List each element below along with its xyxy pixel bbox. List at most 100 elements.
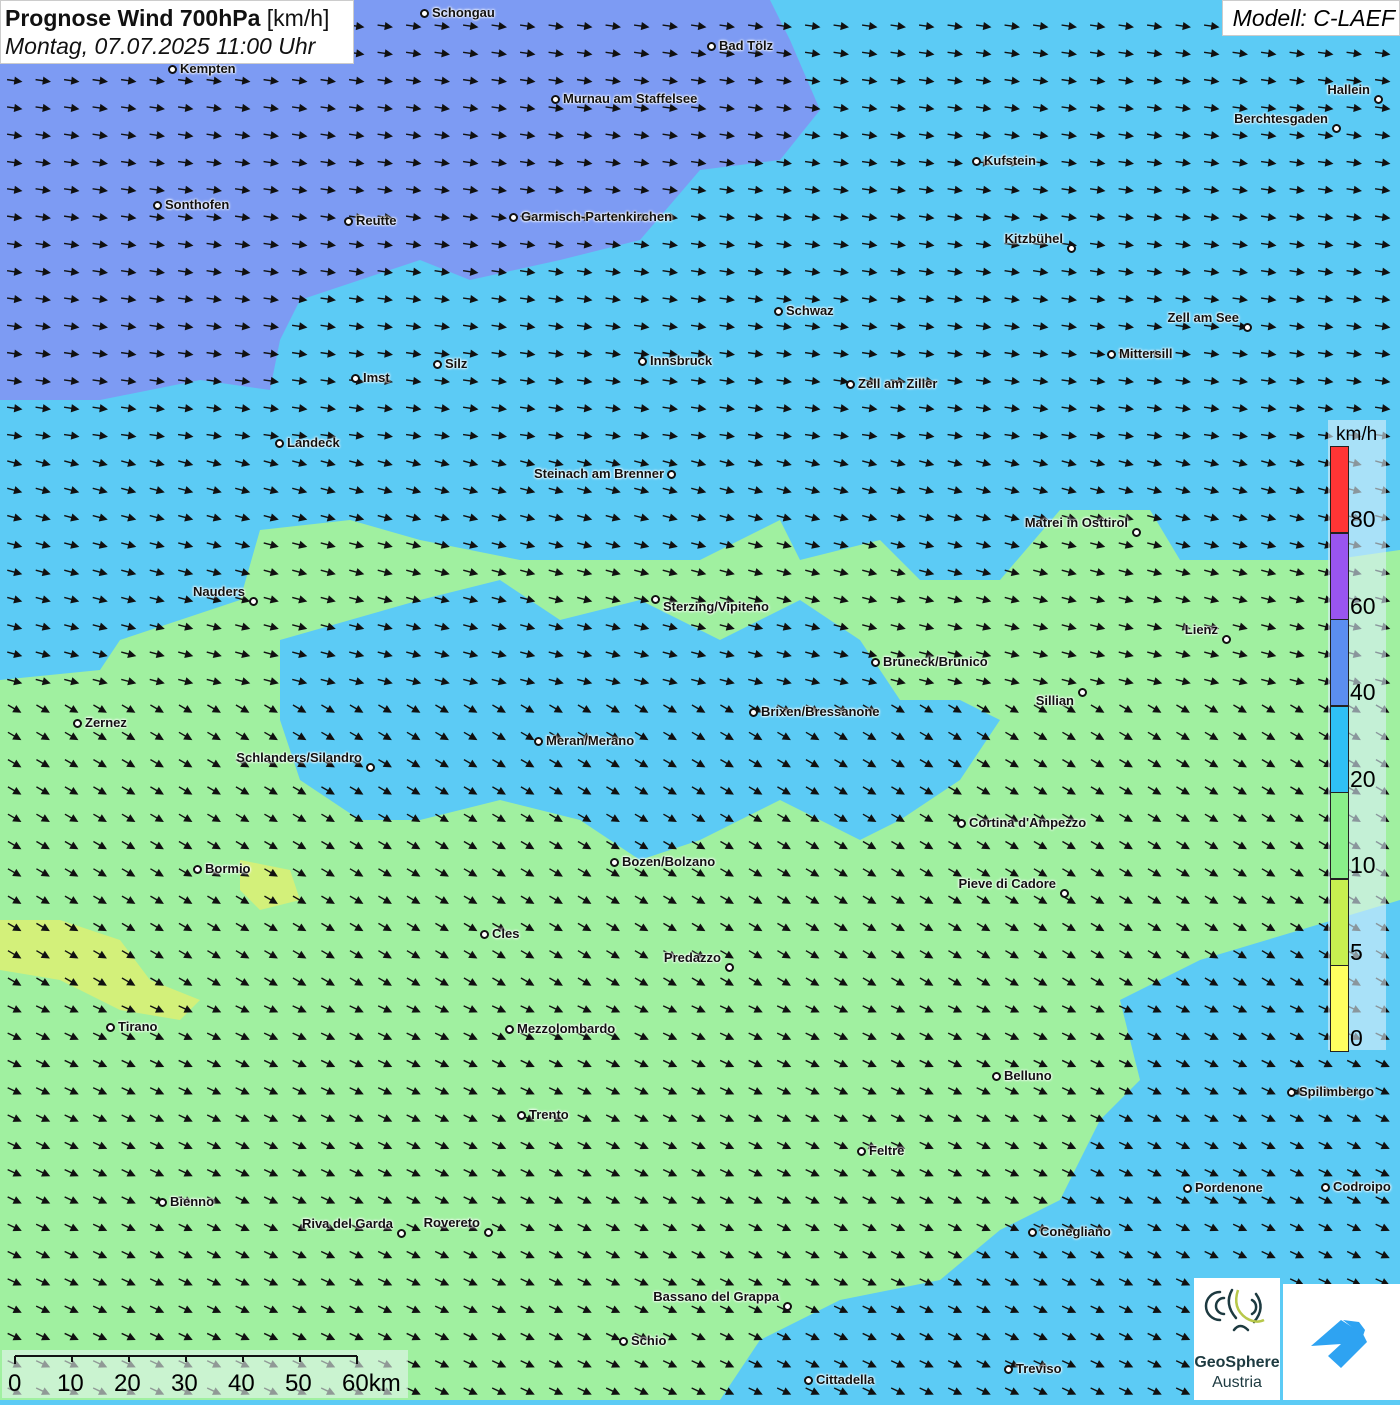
- city-label: Schlanders/Silandro: [236, 750, 362, 765]
- legend-swatch: [1330, 705, 1349, 793]
- city-marker: [773, 306, 783, 316]
- city-label: Garmisch-Partenkirchen: [521, 209, 673, 224]
- city-label: Imst: [363, 370, 390, 385]
- city-marker: [365, 762, 375, 772]
- city-label: Zell am See: [1167, 310, 1239, 325]
- city-label: Sillian: [1035, 693, 1074, 708]
- city-marker: [1242, 322, 1252, 332]
- title-box: Prognose Wind 700hPa [km/h] Montag, 07.0…: [0, 0, 354, 64]
- city-label: Schwaz: [786, 303, 834, 318]
- city-marker: [483, 1227, 493, 1237]
- scale-label: 20: [114, 1370, 141, 1397]
- city-marker: [396, 1228, 406, 1238]
- city-label: Kitzbühel: [1004, 231, 1064, 246]
- city-marker: [637, 356, 647, 366]
- partner-logo: [1283, 1284, 1400, 1400]
- city-label: Cittadella: [816, 1372, 875, 1387]
- title: Prognose Wind 700hPa: [5, 5, 261, 31]
- city-marker: [1286, 1087, 1296, 1097]
- city-label: Codroipo: [1333, 1179, 1391, 1194]
- legend-swatch: [1330, 619, 1349, 706]
- city-marker: [1003, 1364, 1013, 1374]
- city-label: Pieve di Cadore: [958, 876, 1056, 891]
- legend-label: 80: [1350, 506, 1376, 532]
- city-marker: [508, 212, 518, 222]
- city-marker: [1182, 1183, 1192, 1193]
- city-marker: [1373, 94, 1383, 104]
- legend-label: 60: [1350, 592, 1376, 619]
- legend-swatch: [1330, 965, 1349, 1052]
- legend-swatch: [1330, 792, 1349, 879]
- city-label: Riva del Garda: [301, 1216, 393, 1231]
- city-label: Brixen/Bressanone: [761, 704, 880, 719]
- city-marker: [157, 1197, 167, 1207]
- city-marker: [971, 156, 981, 166]
- city-marker: [724, 962, 734, 972]
- city-label: Tirano: [118, 1019, 158, 1034]
- city-marker: [609, 857, 619, 867]
- city-marker: [1331, 123, 1341, 133]
- city-label: Spilimbergo: [1299, 1084, 1375, 1099]
- city-label: Mezzolombardo: [517, 1021, 616, 1036]
- city-label: Berchtesgaden: [1234, 111, 1328, 126]
- city-marker: [152, 200, 162, 210]
- city-label: Murnau am Staffelsee: [563, 91, 698, 106]
- city-marker: [72, 718, 82, 728]
- legend-swatch: [1330, 446, 1349, 533]
- city-label: Bozen/Bolzano: [622, 854, 716, 869]
- city-marker: [991, 1071, 1001, 1081]
- city-label: Schongau: [432, 5, 495, 20]
- legend-label: 40: [1350, 679, 1376, 705]
- city-label: Bienno: [170, 1194, 215, 1209]
- city-marker: [192, 864, 202, 874]
- city-marker: [504, 1024, 514, 1034]
- legend-unit: km/h: [1336, 424, 1378, 445]
- city-label: Sonthofen: [165, 197, 230, 212]
- city-marker: [666, 469, 676, 479]
- scale-ruler: [14, 1355, 358, 1364]
- city-label: Trento: [529, 1107, 569, 1122]
- city-marker: [1077, 687, 1087, 697]
- city-marker: [533, 736, 543, 746]
- legend-swatch: [1330, 532, 1349, 620]
- legend-swatch: [1330, 878, 1349, 966]
- city-marker: [870, 657, 880, 667]
- city-marker: [650, 594, 660, 604]
- model-label: Modell: C-LAEF: [1222, 0, 1400, 36]
- city-marker: [432, 359, 442, 369]
- city-marker: [1131, 527, 1141, 537]
- city-label: Bruneck/Brunico: [883, 654, 988, 669]
- city-label: Nauders: [192, 584, 245, 599]
- legend-label: 0: [1350, 1025, 1363, 1051]
- city-label: Rovereto: [423, 1215, 480, 1230]
- city-label: Predazzo: [663, 950, 721, 965]
- city-marker: [343, 216, 353, 226]
- city-label: Mittersill: [1119, 346, 1173, 361]
- city-label: Bassano del Grappa: [653, 1289, 779, 1304]
- city-marker: [1027, 1227, 1037, 1237]
- city-label: Matrei in Osttirol: [1024, 515, 1128, 530]
- city-label: Hallein: [1327, 82, 1370, 97]
- legend-label: 20: [1350, 765, 1376, 792]
- city-label: Reutte: [356, 213, 397, 228]
- city-label: Lienz: [1184, 622, 1218, 637]
- city-label: Cortina d'Ampezzo: [969, 815, 1087, 830]
- city-marker: [479, 929, 489, 939]
- legend-label: 5: [1350, 938, 1363, 965]
- city-label: Schio: [631, 1333, 667, 1348]
- city-marker: [618, 1336, 628, 1346]
- scale-bar: 0 10 20 30 40 50 60km: [2, 1350, 408, 1398]
- city-label: Feltre: [869, 1143, 905, 1158]
- legend-label: 10: [1350, 852, 1376, 878]
- scale-label: 40: [228, 1370, 255, 1397]
- city-label: Silz: [445, 356, 468, 371]
- city-marker: [956, 818, 966, 828]
- city-marker: [105, 1022, 115, 1032]
- title-unit: [km/h]: [266, 5, 330, 31]
- city-marker: [706, 41, 716, 51]
- city-label: Zell am Ziller: [858, 376, 938, 391]
- scale-label: 30: [171, 1370, 198, 1397]
- scale-label: 0: [8, 1370, 22, 1397]
- city-label: Bormio: [205, 861, 251, 876]
- city-label: Belluno: [1004, 1068, 1052, 1083]
